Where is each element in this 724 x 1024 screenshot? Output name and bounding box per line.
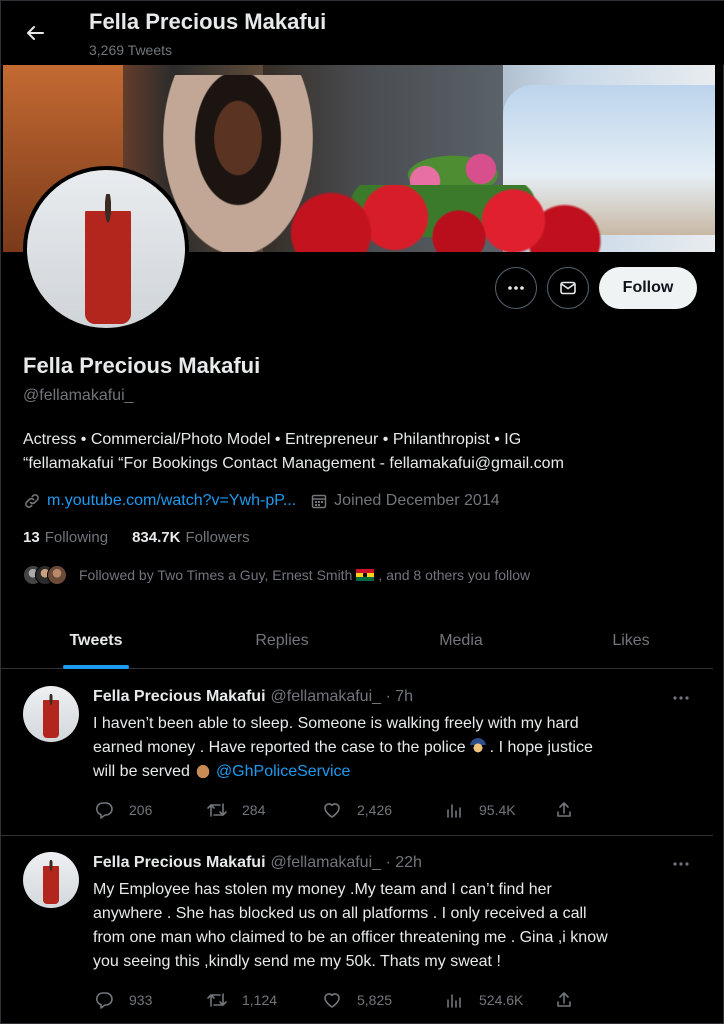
- tweet[interactable]: Fella Precious Makafui @fellamakafui_ · …: [1, 836, 713, 1024]
- tab-replies[interactable]: Replies: [191, 613, 373, 669]
- ghana-flag-icon: [356, 569, 375, 581]
- views-button[interactable]: 524.6K: [443, 989, 553, 1011]
- tweet-handle-time: @fellamakafui_ · 22h: [270, 854, 422, 871]
- message-button[interactable]: [547, 267, 589, 309]
- tweet-avatar[interactable]: [23, 852, 79, 908]
- views-icon: [443, 989, 465, 1011]
- tab-likes[interactable]: Likes: [549, 613, 713, 669]
- like-count: 5,825: [357, 992, 393, 1008]
- retweet-count: 284: [242, 802, 266, 818]
- share-button[interactable]: [553, 989, 589, 1011]
- tweet-actions: 206 284 2,426 95.4K: [93, 798, 613, 822]
- retweet-button[interactable]: 1,124: [206, 989, 321, 1011]
- tweet-header: Fella Precious Makafui @fellamakafui_ · …: [93, 854, 422, 872]
- profile-tabs: Tweets Replies Media Likes: [1, 613, 713, 669]
- retweet-icon: [206, 989, 228, 1011]
- tweet-author-name[interactable]: Fella Precious Makafui: [93, 854, 266, 872]
- tweet-more-button[interactable]: [669, 854, 693, 874]
- joined-date: Joined December 2014: [334, 492, 500, 509]
- followed-by-text: Followed by Two Times a Guy, Ernest Smit…: [79, 567, 353, 583]
- police-officer-emoji-icon: [469, 738, 486, 754]
- reply-count: 206: [129, 802, 153, 818]
- reply-button[interactable]: 933: [93, 989, 206, 1011]
- tab-tweets[interactable]: Tweets: [1, 613, 191, 669]
- user-handle: @fellamakafui_: [23, 387, 134, 404]
- tweet-count: 3,269 Tweets: [89, 42, 173, 58]
- bio-line: “fellamakafui “For Bookings Contact Mana…: [23, 455, 564, 472]
- view-count: 95.4K: [479, 802, 516, 818]
- like-icon: [321, 799, 343, 821]
- reply-button[interactable]: 206: [93, 799, 206, 821]
- tweet-handle-time: @fellamakafui_ · 7h: [270, 688, 414, 705]
- more-icon: [673, 862, 689, 866]
- profile-link[interactable]: m.youtube.com/watch?v=Ywh-pP...: [47, 492, 296, 510]
- tweet-actions: 933 1,124 5,825 524.6K: [93, 988, 613, 1012]
- top-bar: Fella Precious Makafui 3,269 Tweets: [1, 1, 724, 65]
- views-button[interactable]: 95.4K: [443, 799, 553, 821]
- tweet[interactable]: Fella Precious Makafui @fellamakafui_ · …: [1, 670, 713, 836]
- active-tab-indicator: [63, 665, 129, 669]
- more-button[interactable]: [495, 267, 537, 309]
- reply-icon: [93, 799, 115, 821]
- follow-stats: 13 Following 834.7K Followers: [23, 529, 274, 546]
- tweet-avatar[interactable]: [23, 686, 79, 742]
- views-icon: [443, 799, 465, 821]
- retweet-count: 1,124: [242, 992, 278, 1008]
- like-icon: [321, 989, 343, 1011]
- more-icon: [673, 696, 689, 700]
- bio-line: Actress • Commercial/Photo Model • Entre…: [23, 431, 522, 448]
- share-button[interactable]: [553, 799, 589, 821]
- following-link[interactable]: 13 Following: [23, 529, 108, 546]
- retweet-icon: [206, 799, 228, 821]
- mention-link[interactable]: @GhPoliceService: [216, 763, 351, 780]
- tab-media[interactable]: Media: [373, 613, 549, 669]
- reply-count: 933: [129, 992, 153, 1008]
- reply-icon: [93, 989, 115, 1011]
- display-name: Fella Precious Makafui: [23, 353, 261, 378]
- followers-link[interactable]: 834.7K Followers: [132, 529, 250, 546]
- view-count: 524.6K: [479, 992, 524, 1008]
- followed-by-others: , and 8 others you follow: [378, 567, 531, 583]
- share-icon: [553, 989, 575, 1011]
- retweet-button[interactable]: 284: [206, 799, 321, 821]
- follower-avatars: [23, 564, 69, 586]
- avatar: [47, 565, 67, 585]
- like-button[interactable]: 2,426: [321, 799, 443, 821]
- bio: Actress • Commercial/Photo Model • Entre…: [23, 428, 683, 476]
- tweet-header: Fella Precious Makafui @fellamakafui_ · …: [93, 688, 413, 706]
- tweet-text: My Employee has stolen my money .My team…: [93, 881, 608, 970]
- more-icon: [508, 286, 524, 290]
- like-button[interactable]: 5,825: [321, 989, 443, 1011]
- header-title: Fella Precious Makafui: [89, 9, 327, 34]
- tweet-author-name[interactable]: Fella Precious Makafui: [93, 688, 266, 706]
- praying-hands-emoji-icon: [193, 762, 212, 778]
- like-count: 2,426: [357, 802, 393, 818]
- back-button[interactable]: [21, 19, 49, 47]
- followed-by[interactable]: Followed by Two Times a Guy, Ernest Smit…: [23, 564, 530, 586]
- mail-icon: [560, 281, 576, 295]
- follow-button[interactable]: Follow: [599, 267, 697, 309]
- link-icon: [23, 492, 41, 510]
- tweet-text: I haven’t been able to sleep. Someone is…: [93, 715, 593, 780]
- share-icon: [553, 799, 575, 821]
- back-arrow-icon: [27, 26, 44, 40]
- profile-avatar[interactable]: [23, 166, 189, 332]
- profile-meta: m.youtube.com/watch?v=Ywh-pP... Joined D…: [23, 489, 500, 513]
- tweet-more-button[interactable]: [669, 688, 693, 708]
- calendar-icon: [310, 492, 328, 510]
- profile-page: Fella Precious Makafui 3,269 Tweets Foll…: [0, 0, 724, 1024]
